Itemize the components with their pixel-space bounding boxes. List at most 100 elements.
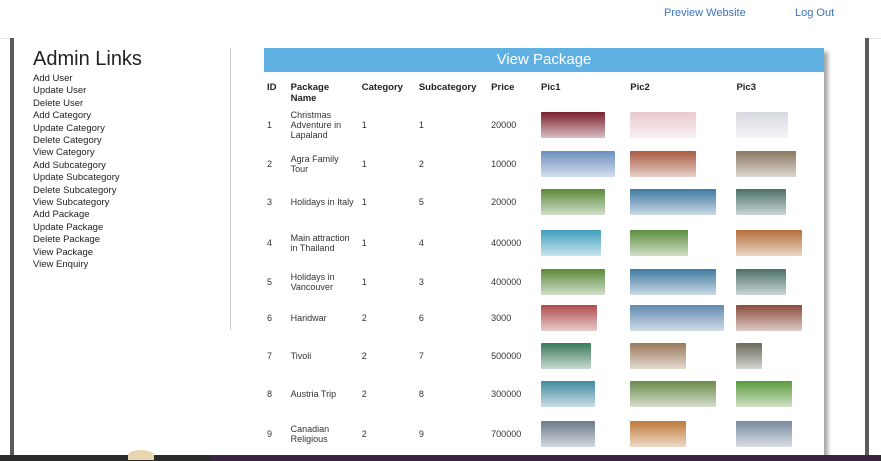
cell-pic1 — [538, 376, 627, 412]
column-header: Price — [491, 82, 515, 93]
cell-price: 400000 — [491, 277, 522, 287]
package-thumbnail — [541, 421, 596, 447]
package-thumbnail — [541, 112, 606, 138]
sidebar-link-delete-category[interactable]: Delete Category — [33, 135, 223, 147]
sidebar-link-add-category[interactable]: Add Category — [33, 110, 223, 122]
cell-pic1 — [538, 336, 627, 376]
cell-name: Tivoli — [290, 351, 312, 361]
cell-category: 2 — [361, 429, 367, 439]
sidebar-link-view-enquiry[interactable]: View Enquiry — [33, 259, 223, 271]
cell-pic3 — [733, 412, 824, 456]
cell-pic3 — [733, 300, 824, 336]
start-orb-icon[interactable] — [128, 450, 154, 460]
package-thumbnail — [736, 421, 793, 447]
sidebar-link-add-package[interactable]: Add Package — [33, 209, 223, 221]
package-thumbnail — [541, 305, 598, 331]
cell-id: 4 — [267, 238, 273, 248]
package-table: ID Package Name Category Subcategory Price Pi… — [264, 82, 824, 456]
logout-link[interactable]: Log Out — [795, 7, 834, 19]
package-thumbnail — [736, 381, 793, 407]
package-thumbnail — [630, 381, 717, 407]
cell-id: 8 — [267, 389, 273, 399]
sidebar-link-update-user[interactable]: Update User — [33, 85, 223, 97]
cell-subcategory: 4 — [418, 238, 424, 248]
taskbar — [0, 450, 881, 461]
view-package-panel: View Package ID Package Name Category Subca… — [264, 48, 824, 458]
cell-category: 2 — [361, 351, 367, 361]
cell-pic2 — [627, 182, 733, 222]
cell-price: 400000 — [491, 238, 522, 248]
table-row: 7 Tivoli 2 7 500000 — [264, 336, 824, 376]
sidebar-divider — [230, 48, 231, 330]
cell-price: 20000 — [491, 197, 517, 207]
cell-id: 7 — [267, 351, 273, 361]
sidebar-link-update-subcategory[interactable]: Update Subcategory — [33, 172, 223, 184]
sidebar-link-update-category[interactable]: Update Category — [33, 123, 223, 135]
sidebar-link-view-category[interactable]: View Category — [33, 147, 223, 159]
package-thumbnail — [630, 269, 717, 295]
sidebar-link-view-subcategory[interactable]: View Subcategory — [33, 197, 223, 209]
sidebar-link-delete-subcategory[interactable]: Delete Subcategory — [33, 185, 223, 197]
sidebar-link-update-package[interactable]: Update Package — [33, 222, 223, 234]
cell-pic2 — [627, 336, 733, 376]
admin-sidebar: Admin Links Add User Update User Delete Us… — [33, 48, 223, 272]
cell-pic2 — [627, 222, 733, 264]
package-thumbnail — [630, 189, 717, 215]
package-thumbnail — [541, 269, 606, 295]
cell-name: Holidays in Italy — [290, 197, 354, 207]
package-thumbnail — [736, 305, 803, 331]
package-thumbnail — [630, 343, 687, 369]
cell-id: 6 — [267, 313, 273, 323]
cell-pic1 — [538, 104, 627, 146]
cell-name: Canadian Religious — [290, 424, 330, 444]
cell-pic1 — [538, 222, 627, 264]
cell-category: 2 — [361, 313, 367, 323]
cell-pic3 — [733, 222, 824, 264]
sidebar-link-delete-package[interactable]: Delete Package — [33, 234, 223, 246]
cell-pic2 — [627, 104, 733, 146]
cell-pic2 — [627, 412, 733, 456]
sidebar-link-view-package[interactable]: View Package — [33, 247, 223, 259]
sidebar-link-add-subcategory[interactable]: Add Subcategory — [33, 160, 223, 172]
cell-category: 1 — [361, 277, 367, 287]
package-thumbnail — [630, 421, 687, 447]
cell-subcategory: 5 — [418, 197, 424, 207]
cell-pic3 — [733, 336, 824, 376]
cell-pic1 — [538, 412, 627, 456]
cell-id: 2 — [267, 159, 273, 169]
cell-pic1 — [538, 264, 627, 300]
cell-id: 3 — [267, 197, 273, 207]
cell-pic1 — [538, 146, 627, 182]
package-thumbnail — [736, 343, 763, 369]
cell-pic3 — [733, 182, 824, 222]
panel-title: View Package — [264, 48, 824, 72]
cell-pic3 — [733, 146, 824, 182]
cell-id: 9 — [267, 429, 273, 439]
cell-subcategory: 9 — [418, 429, 424, 439]
cell-pic2 — [627, 146, 733, 182]
sidebar-link-delete-user[interactable]: Delete User — [33, 98, 223, 110]
package-thumbnail — [541, 343, 592, 369]
table-row: 9 Canadian Religious 2 9 700000 — [264, 412, 824, 456]
cell-category: 2 — [361, 389, 367, 399]
package-thumbnail — [541, 151, 616, 177]
preview-website-link[interactable]: Preview Website — [664, 7, 746, 19]
sidebar-title: Admin Links — [33, 48, 142, 70]
table-row: 2 Agra Family Tour 1 2 10000 — [264, 146, 824, 182]
cell-price: 500000 — [491, 351, 522, 361]
cell-pic3 — [733, 376, 824, 412]
sidebar-link-add-user[interactable]: Add User — [33, 73, 223, 85]
table-row: 1 Christmas Adventure in Lapaland 1 1 20000 — [264, 104, 824, 146]
column-header: Pic1 — [541, 82, 561, 93]
cell-id: 1 — [267, 120, 273, 130]
cell-category: 1 — [361, 197, 367, 207]
cell-pic2 — [627, 264, 733, 300]
cell-category: 1 — [361, 238, 367, 248]
table-row: 6 Haridwar 2 6 3000 — [264, 300, 824, 336]
package-thumbnail — [630, 112, 697, 138]
cell-pic3 — [733, 104, 824, 146]
package-thumbnail — [736, 112, 789, 138]
cell-name: Christmas Adventure in Lapaland — [290, 110, 342, 140]
package-thumbnail — [736, 151, 797, 177]
package-thumbnail — [736, 189, 787, 215]
